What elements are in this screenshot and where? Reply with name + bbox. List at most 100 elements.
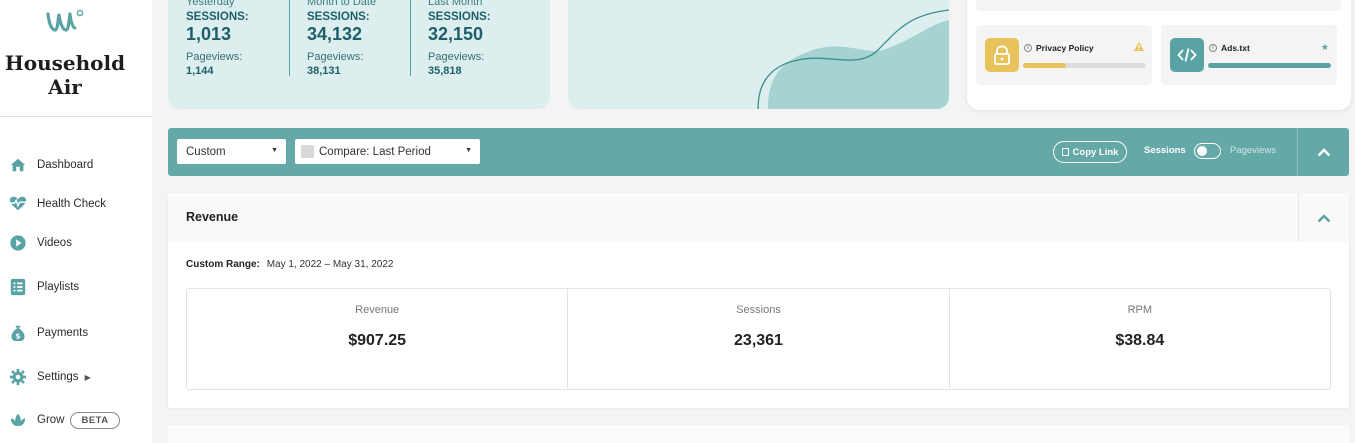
- stat-sub-value: 38,131: [307, 65, 341, 77]
- ads-txt-label: Ads.txt: [1221, 43, 1250, 53]
- money-bag-icon: $: [8, 323, 28, 343]
- traffic-stats-card: Yesterday SESSIONS: 1,013 Pageviews: 1,1…: [168, 0, 550, 109]
- sidebar: Household Air Dashboard Health Check Vid…: [0, 0, 152, 443]
- sidebar-item-label: Dashboard: [37, 159, 94, 171]
- caret-down-icon: ▼: [465, 147, 472, 154]
- filter-bar: Custom ▼ Compare: Last Period ▼ Copy Lin…: [168, 128, 1349, 176]
- warning-icon: [1134, 42, 1144, 53]
- stat-divider: [410, 0, 411, 76]
- revenue-panel: Revenue Custom Range: May 1, 2022 – May …: [168, 193, 1349, 408]
- sidebar-item-label: Grow: [37, 414, 65, 426]
- collapse-filters-button[interactable]: [1298, 128, 1349, 176]
- beta-badge: BETA: [70, 411, 120, 429]
- custom-range: Custom Range: May 1, 2022 – May 31, 2022: [186, 259, 393, 270]
- sidebar-item-label: Videos: [37, 237, 72, 249]
- stat-value: 1,013: [186, 24, 232, 44]
- health-panel: i Privacy Policy i Ads.txt ★: [967, 0, 1351, 110]
- revenue-metrics: Revenue $907.25 Sessions 23,361 RPM $38.…: [186, 288, 1331, 390]
- metric-label: RPM: [1127, 304, 1153, 316]
- wave-decoration-card: [568, 0, 949, 109]
- metric-rpm: RPM $38.84: [950, 289, 1330, 389]
- sidebar-item-grow[interactable]: Grow BETA: [8, 408, 120, 432]
- sidebar-item-settings[interactable]: Settings ▶: [8, 365, 91, 389]
- metric-value: 23,361: [734, 332, 783, 349]
- stat-sub-label: Pageviews:: [428, 51, 485, 63]
- sidebar-item-playlists[interactable]: Playlists: [8, 275, 79, 299]
- compare-swatch: [301, 145, 314, 158]
- sidebar-item-label: Payments: [37, 327, 89, 339]
- sidebar-item-videos[interactable]: Videos: [8, 231, 72, 255]
- metric-toggle[interactable]: [1194, 143, 1221, 159]
- toggle-label-pageviews: Pageviews: [1230, 145, 1276, 156]
- ads-txt-progress: [1208, 63, 1331, 68]
- copy-icon: [1061, 148, 1069, 156]
- copy-link-button[interactable]: Copy Link: [1053, 141, 1127, 163]
- metric-label: Revenue: [355, 304, 400, 316]
- stat-divider: [289, 0, 290, 76]
- progress-fill: [1023, 63, 1067, 68]
- logo-icon: [46, 9, 84, 32]
- stat-sub-value: 35,818: [428, 65, 462, 77]
- stat-period: Yesterday: [186, 0, 235, 8]
- gear-icon: [8, 367, 28, 387]
- caret-right-icon: ▶: [84, 372, 91, 382]
- compare-select-value: Compare: Last Period: [319, 145, 431, 158]
- panel-strip: [976, 0, 1341, 11]
- sidebar-item-health-check[interactable]: Health Check: [8, 192, 106, 216]
- ads-txt-title: i Ads.txt: [1209, 43, 1250, 53]
- metric-revenue: Revenue $907.25: [187, 289, 569, 389]
- copy-link-label: Copy Link: [1072, 146, 1119, 158]
- home-icon: [8, 155, 28, 175]
- brand-line-1: Household: [4, 51, 126, 75]
- stat-period: Last Month: [428, 0, 483, 8]
- sidebar-item-payments[interactable]: $ Payments: [8, 321, 88, 345]
- brand-name[interactable]: Household Air: [0, 51, 130, 99]
- toggle-knob: [1197, 146, 1207, 156]
- stat-label: SESSIONS:: [428, 11, 491, 23]
- progress-fill: [1208, 63, 1331, 68]
- revenue-title: Revenue: [186, 210, 239, 224]
- sidebar-divider: [0, 116, 152, 117]
- stat-value: 32,150: [428, 24, 484, 44]
- metric-value: $907.25: [348, 332, 407, 349]
- stat-sub-label: Pageviews:: [186, 51, 243, 63]
- range-select[interactable]: Custom ▼: [177, 139, 286, 164]
- sidebar-item-label: Playlists: [37, 281, 80, 293]
- chevron-up-icon: [1317, 213, 1331, 222]
- compare-select[interactable]: Compare: Last Period ▼: [295, 139, 480, 164]
- sidebar-item-label: Health Check: [37, 198, 107, 210]
- metric-label: Sessions: [736, 304, 781, 316]
- next-panel: [168, 425, 1349, 443]
- ads-txt-card[interactable]: i Ads.txt ★: [1161, 25, 1337, 85]
- lock-icon: [985, 38, 1019, 72]
- privacy-policy-title: i Privacy Policy: [1024, 43, 1094, 53]
- collapse-revenue-button[interactable]: [1298, 193, 1349, 242]
- info-icon[interactable]: i: [1024, 44, 1032, 52]
- range-select-value: Custom: [186, 145, 226, 158]
- brand-line-2: Air: [48, 75, 82, 99]
- stat-period: Month to Date: [307, 0, 377, 8]
- sidebar-item-dashboard[interactable]: Dashboard: [8, 153, 93, 177]
- code-icon: [1170, 38, 1204, 72]
- metric-sessions: Sessions 23,361: [568, 289, 950, 389]
- chevron-up-icon: [1317, 148, 1330, 157]
- privacy-policy-label: Privacy Policy: [1036, 43, 1094, 53]
- custom-range-label: Custom Range:: [186, 259, 260, 270]
- metric-value: $38.84: [1115, 332, 1165, 349]
- star-icon: ★: [1320, 42, 1329, 52]
- caret-down-icon: ▼: [271, 147, 278, 154]
- stat-value: 34,132: [307, 24, 363, 44]
- toggle-label-sessions: Sessions: [1144, 145, 1186, 156]
- svg-text:$: $: [15, 331, 20, 340]
- privacy-policy-progress: [1023, 63, 1146, 68]
- wave-illustration: [757, 9, 949, 109]
- stat-label: SESSIONS:: [186, 11, 249, 23]
- sidebar-item-label: Settings: [37, 371, 79, 383]
- stat-sub-label: Pageviews:: [307, 51, 364, 63]
- info-icon[interactable]: i: [1209, 44, 1217, 52]
- custom-range-value: May 1, 2022 – May 31, 2022: [266, 259, 394, 270]
- privacy-policy-card[interactable]: i Privacy Policy: [976, 25, 1152, 85]
- stat-sub-value: 1,144: [186, 65, 214, 77]
- stat-label: SESSIONS:: [307, 11, 370, 23]
- heartbeat-icon: [8, 194, 28, 214]
